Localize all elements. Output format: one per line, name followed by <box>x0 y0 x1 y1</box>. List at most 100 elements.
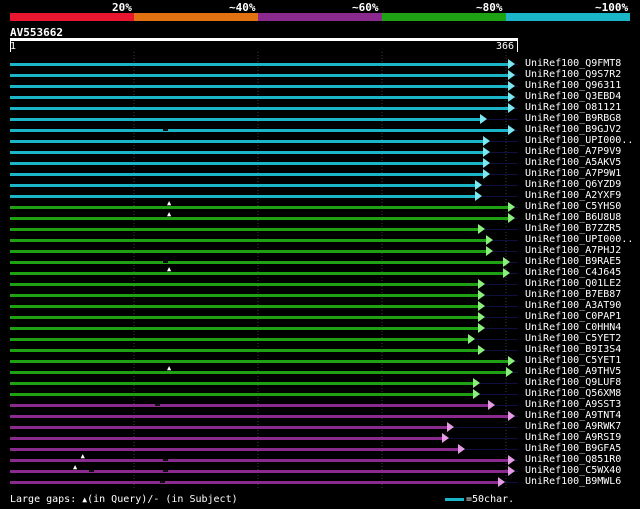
alignment-bar[interactable] <box>10 437 445 440</box>
alignment-bar[interactable] <box>10 206 511 209</box>
hit-name-link[interactable]: UniRef100_A9THV5 <box>525 366 621 377</box>
alignment-bar[interactable] <box>10 448 460 451</box>
unaligned-tail <box>479 229 518 230</box>
hit-name-link[interactable]: UniRef100_Q96311 <box>525 80 621 91</box>
hit-name-link[interactable]: UniRef100_A7P9V9 <box>525 146 621 157</box>
alignment-arrow-icon <box>472 389 480 399</box>
alignment-arrow-icon <box>508 92 516 102</box>
legend-label: ~40% <box>229 1 256 14</box>
alignment-bar[interactable] <box>10 305 480 308</box>
hit-name-link[interactable]: UniRef100_B6U8U8 <box>525 212 621 223</box>
alignment-bar[interactable] <box>10 393 475 396</box>
hit-name-link[interactable]: UniRef100_B7ZZR5 <box>525 223 621 234</box>
hit-name-link[interactable]: UniRef100_B9GJV2 <box>525 124 621 135</box>
hit-name-link[interactable]: UniRef100_Q01LE2 <box>525 278 621 289</box>
alignment-bar[interactable] <box>10 63 511 66</box>
alignment-bar[interactable] <box>10 283 480 286</box>
alignment-arrow-icon <box>477 224 485 234</box>
hit-name-link[interactable]: UniRef100_Q9S7R2 <box>525 69 621 80</box>
legend-label: ~100% <box>595 1 629 14</box>
hit-name-link[interactable]: UniRef100_A3AT90 <box>525 300 621 311</box>
alignment-bar[interactable] <box>10 184 478 187</box>
hit-name-link[interactable]: UniRef100_B9I3S4 <box>525 344 621 355</box>
alignment-arrow-icon <box>477 345 485 355</box>
hit-name-link[interactable]: UniRef100_Q851R0 <box>525 454 621 465</box>
hit-name-link[interactable]: UniRef100_C0HHN4 <box>525 322 621 333</box>
legend-label: ~60% <box>352 1 379 14</box>
alignment-bar[interactable] <box>10 250 488 253</box>
alignment-bar[interactable] <box>10 404 491 407</box>
alignment-arrow-icon <box>482 136 490 146</box>
alignment-bar[interactable] <box>10 162 485 165</box>
hit-name-link[interactable]: UniRef100_B9RBG8 <box>525 113 621 124</box>
gaps-label: Large gaps: <box>10 494 77 505</box>
hit-name-link[interactable]: UniRef100_A7PHJ2 <box>525 245 621 256</box>
alignment-arrow-icon <box>485 235 493 245</box>
unaligned-tail <box>479 295 518 296</box>
alignment-bar[interactable] <box>10 261 506 264</box>
legend-label: 20% <box>112 1 132 14</box>
hit-name-link[interactable]: UniRef100_C5YHS0 <box>525 201 621 212</box>
alignment-arrow-icon <box>503 268 511 278</box>
hit-name-link[interactable]: UniRef100_Q9FMT8 <box>525 58 621 69</box>
unaligned-tail <box>479 328 518 329</box>
alignment-bar[interactable] <box>10 459 511 462</box>
hit-name-link[interactable]: UniRef100_A7P9W1 <box>525 168 621 179</box>
hit-row[interactable]: UniRef100_B9MWL6 <box>0 476 640 488</box>
hit-name-link[interactable]: UniRef100_B9RAE5 <box>525 256 621 267</box>
alignment-bar[interactable] <box>10 129 511 132</box>
alignment-bar[interactable] <box>10 140 485 143</box>
hit-name-link[interactable]: UniRef100_Q3EBD4 <box>525 91 621 102</box>
alignment-bar[interactable] <box>10 316 480 319</box>
hit-name-link[interactable]: UniRef100_A9RSI9 <box>525 432 621 443</box>
alignment-bar[interactable] <box>10 195 478 198</box>
hit-name-link[interactable]: UniRef100_Q6YZD9 <box>525 179 621 190</box>
hit-name-link[interactable]: UniRef100_B9MWL6 <box>525 476 621 487</box>
alignment-bar[interactable] <box>10 360 511 363</box>
subject-gap-mark <box>155 404 161 406</box>
alignment-bar[interactable] <box>10 382 475 385</box>
hit-name-link[interactable]: UniRef100_A9SST3 <box>525 399 621 410</box>
gap-subject-text: /- (in Subject) <box>147 494 238 505</box>
alignment-bar[interactable] <box>10 338 470 341</box>
hit-name-link[interactable]: UniRef100_A5AKV5 <box>525 157 621 168</box>
alignment-bar[interactable] <box>10 107 511 110</box>
legend-segment <box>134 13 258 21</box>
alignment-bar[interactable] <box>10 239 488 242</box>
alignment-bar[interactable] <box>10 481 501 484</box>
hit-name-link[interactable]: UniRef100_Q9LUF8 <box>525 377 621 388</box>
alignment-bar[interactable] <box>10 349 480 352</box>
alignment-bar[interactable] <box>10 173 485 176</box>
alignment-bar[interactable] <box>10 272 506 275</box>
alignment-bar[interactable] <box>10 151 485 154</box>
hit-name-link[interactable]: UniRef100_C4J645 <box>525 267 621 278</box>
hit-name-link[interactable]: UniRef100_B9GFA5 <box>525 443 621 454</box>
hit-name-link[interactable]: UniRef100_C5YET1 <box>525 355 621 366</box>
hit-name-link[interactable]: UniRef100_Q56XM8 <box>525 388 621 399</box>
hit-name-link[interactable]: UniRef100_C5WX40 <box>525 465 621 476</box>
hit-name-link[interactable]: UniRef100_A9RWK7 <box>525 421 621 432</box>
alignment-bar[interactable] <box>10 85 511 88</box>
alignment-bar[interactable] <box>10 96 511 99</box>
alignment-bar[interactable] <box>10 228 480 231</box>
alignment-bar[interactable] <box>10 217 511 220</box>
hit-name-link[interactable]: UniRef100_B7EB87 <box>525 289 621 300</box>
subject-gap-mark <box>162 470 168 472</box>
hit-name-link[interactable]: UniRef100_C5YET2 <box>525 333 621 344</box>
query-ruler <box>10 38 518 41</box>
unaligned-tail <box>474 383 518 384</box>
hit-name-link[interactable]: UniRef100_C0PAP1 <box>525 311 621 322</box>
hit-name-link[interactable]: UniRef100_A2YXF9 <box>525 190 621 201</box>
hit-name-link[interactable]: UniRef100_O81121 <box>525 102 621 113</box>
hit-name-link[interactable]: UniRef100_A9TNT4 <box>525 410 621 421</box>
alignment-bar[interactable] <box>10 327 480 330</box>
alignment-bar[interactable] <box>10 371 508 374</box>
alignment-bar[interactable] <box>10 426 450 429</box>
alignment-bar[interactable] <box>10 470 511 473</box>
hit-name-link[interactable]: UniRef100_UPI000.. <box>525 135 633 146</box>
hit-name-link[interactable]: UniRef100_UPI000.. <box>525 234 633 245</box>
alignment-bar[interactable] <box>10 415 511 418</box>
alignment-bar[interactable] <box>10 294 480 297</box>
alignment-bar[interactable] <box>10 74 511 77</box>
alignment-bar[interactable] <box>10 118 483 121</box>
